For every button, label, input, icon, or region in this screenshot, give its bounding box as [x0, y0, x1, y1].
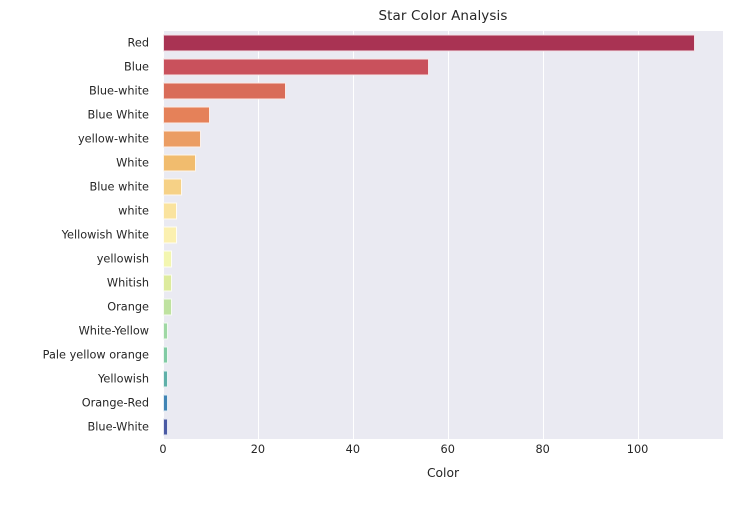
y-tick-label: white — [118, 204, 149, 218]
y-tick-label: Yellowish White — [61, 228, 149, 242]
x-tick-label: 20 — [250, 443, 266, 456]
y-tick-label: Blue white — [89, 180, 149, 194]
bar — [163, 106, 211, 124]
bar — [163, 130, 201, 148]
y-tick-label: Pale yellow orange — [42, 348, 149, 362]
bar-series — [163, 31, 723, 439]
y-tick-label: Blue — [124, 60, 149, 74]
x-tick-label: 60 — [440, 443, 455, 456]
bar — [163, 370, 168, 388]
bar — [163, 250, 173, 268]
y-tick-label: Blue-White — [87, 420, 149, 434]
plot-area — [163, 31, 723, 439]
chart-title: Star Color Analysis — [378, 8, 508, 24]
y-tick-label: Orange — [107, 300, 149, 314]
bar — [163, 274, 173, 292]
x-tick-label: 0 — [159, 443, 167, 456]
bar — [163, 394, 168, 412]
y-tick-label: White — [116, 156, 149, 170]
bar — [163, 154, 197, 172]
x-tick-label: 40 — [345, 443, 361, 456]
y-tick-label: Blue-white — [89, 84, 149, 98]
y-tick-label: Orange-Red — [81, 396, 149, 410]
x-axis-label: Color — [426, 466, 460, 480]
bar — [163, 34, 695, 52]
bar — [163, 418, 168, 436]
bar — [163, 178, 182, 196]
chart-figure: Star Color Analysis Red Blue Blue-white Blu… — [0, 0, 741, 505]
y-tick-label: yellow-white — [77, 132, 149, 146]
y-tick-label: Red — [127, 36, 149, 50]
y-tick-label: White-Yellow — [78, 324, 149, 338]
bar — [163, 58, 429, 76]
x-tick-label: 100 — [626, 443, 649, 456]
y-tick-label: yellowish — [96, 252, 149, 266]
bar — [163, 202, 178, 220]
y-tick-label: Whitish — [106, 276, 149, 290]
bar — [163, 322, 168, 340]
y-tick-label: Yellowish — [98, 372, 149, 386]
y-axis-tick-labels: Red Blue Blue-white Blue White yellow-white W… — [0, 31, 157, 439]
bar — [163, 226, 178, 244]
bar — [163, 346, 168, 364]
x-axis-tick-labels: 0 20 40 60 80 100 — [159, 443, 723, 463]
y-tick-label: Blue White — [87, 108, 149, 122]
x-tick-label: 80 — [535, 443, 550, 456]
bar — [163, 82, 287, 100]
bar — [163, 298, 173, 316]
